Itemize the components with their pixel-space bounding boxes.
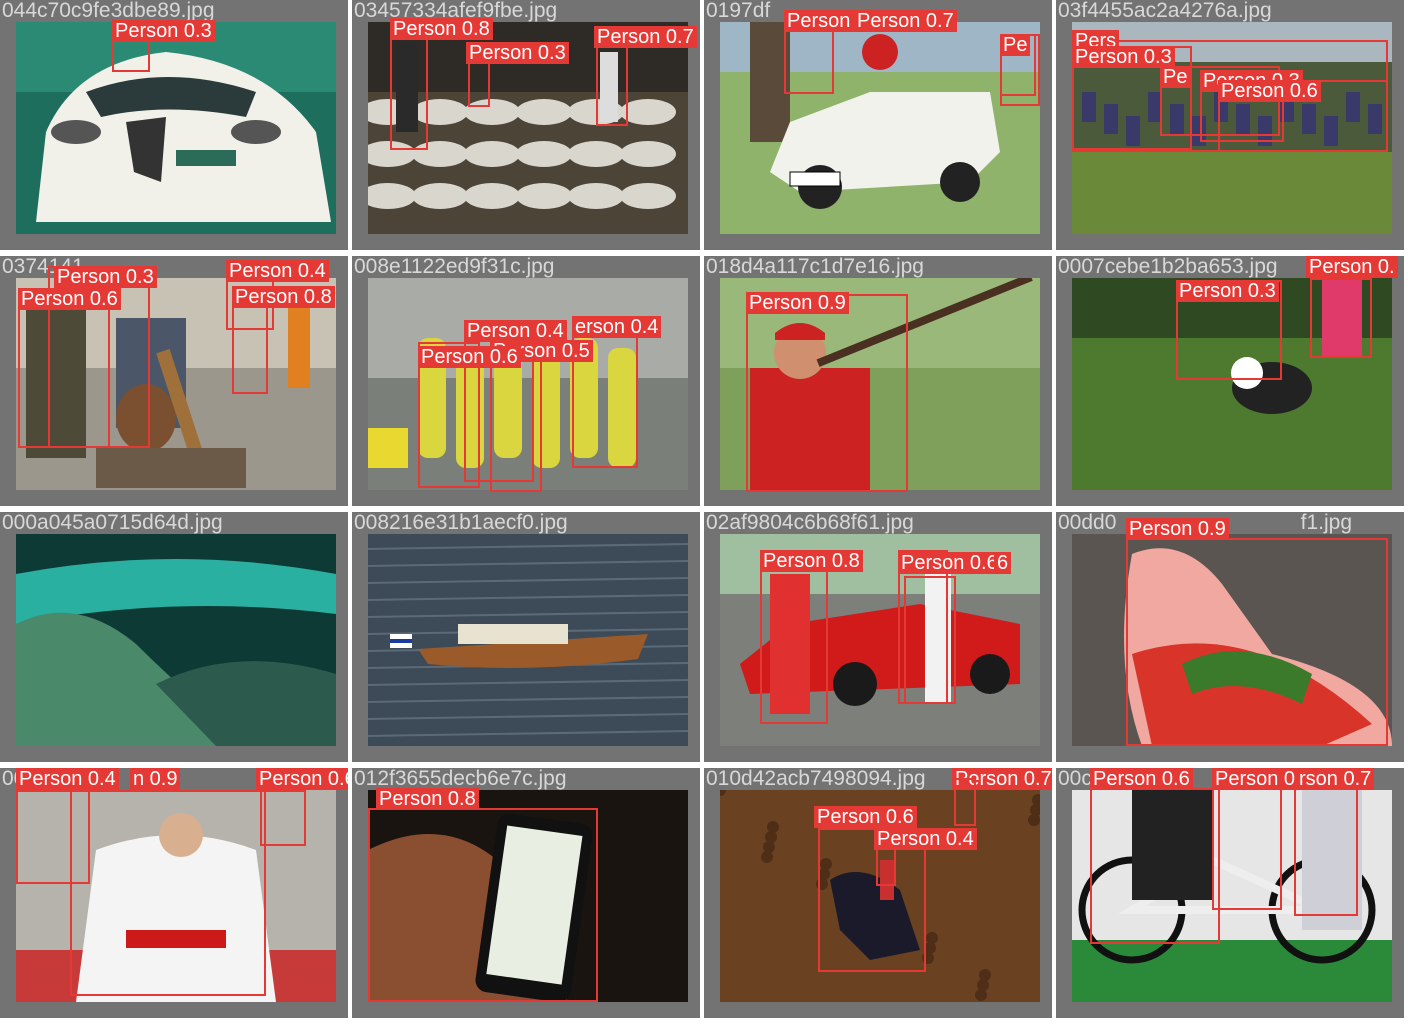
detection-label: Person 0.8 xyxy=(390,18,493,40)
filename-label: 0197df xyxy=(706,0,771,22)
image-tile: 008e1122ed9f31c.jpg Person 0.4 erson 0.4 Pe… xyxy=(352,256,700,506)
detection-label: rson 0.7 xyxy=(1296,768,1375,790)
filename-label: 012f3655decb6e7c.jpg xyxy=(354,768,567,790)
detection-label: Person 0.3 xyxy=(54,266,157,288)
detection-box xyxy=(260,790,306,846)
photo-car-white xyxy=(16,22,336,234)
detection-box xyxy=(746,294,908,492)
detection-label: Person 0.6 xyxy=(898,552,1001,574)
detection-label: Pe xyxy=(1160,66,1191,88)
detection-label: Person 0.6 xyxy=(1218,80,1321,102)
detection-label: Person 0.3 xyxy=(1176,280,1279,302)
detection-label: Person 0.6 xyxy=(18,288,121,310)
filename-label: 02af9804c6b68f61.jpg xyxy=(706,512,914,534)
filename-label: 0007cebe1b2ba653.jpg xyxy=(1058,256,1278,278)
detection-box xyxy=(904,576,956,704)
detection-box xyxy=(18,290,110,448)
detection-label: Person 0.9 xyxy=(746,292,849,314)
image-tile: 02af9804c6b68f61.jpg Person 0.8 Person 0.6… xyxy=(704,512,1052,762)
image-tile: 012f3655decb6e7c.jpg Person 0.8 xyxy=(352,768,700,1018)
detection-box xyxy=(368,808,598,1002)
detection-label: n 0.9 xyxy=(130,768,181,790)
image-tile: 0197df Person 0.7 Person 0.7 Pe xyxy=(704,0,1052,250)
detection-box xyxy=(1126,538,1388,746)
filename-label-tail: f1.jpg xyxy=(1300,512,1352,534)
filename-label: 018d4a117c1d7e16.jpg xyxy=(706,256,924,278)
detection-label: Person 0.7 xyxy=(594,26,697,48)
detection-label: Pe xyxy=(1000,34,1031,56)
detection-label: Person 0.4 xyxy=(874,828,977,850)
image-tile: 0374141 Person 0.3 Person 0.4 Person 0.6 Per… xyxy=(0,256,348,506)
detection-label: Person 0.6 xyxy=(418,346,521,368)
detection-label: erson 0.4 xyxy=(572,316,662,338)
filename-label: 03f4455ac2a4276a.jpg xyxy=(1058,0,1272,22)
detection-label: Person 0. xyxy=(1306,256,1398,278)
image-tile: 00c0c8a.jpgPerson 0.6Person 0.5rson 0.7 xyxy=(1056,768,1404,1018)
filename-label: 008e1122ed9f31c.jpg xyxy=(354,256,555,278)
detection-box xyxy=(1310,278,1372,358)
image-tile: 00f4b4l.jpgPerson 0.4n 0.9Person 0.6 xyxy=(0,768,348,1018)
detection-box xyxy=(1294,788,1358,916)
filename-label: 000a045a0715d64d.jpg xyxy=(2,512,223,534)
detection-box xyxy=(876,846,896,886)
photo-boat xyxy=(368,534,688,746)
detection-label: Person 0.4 xyxy=(16,768,119,790)
detection-label: 6 xyxy=(994,552,1012,574)
filename-label: 008216e31b1aecf0.jpg xyxy=(354,512,568,534)
filename-label: 010d42acb7498094.jpg xyxy=(706,768,926,790)
image-tile: 018d4a117c1d7e16.jpg Person 0.9 xyxy=(704,256,1052,506)
detection-grid: 044c70c9fe3dbe89.jpg Person 0.3 03457334a… xyxy=(0,0,1408,1024)
detection-label: Person 0.4 xyxy=(226,260,329,282)
image-tile: 044c70c9fe3dbe89.jpg Person 0.3 xyxy=(0,0,348,250)
detection-box xyxy=(1090,788,1220,944)
detection-box xyxy=(1212,788,1282,910)
image-tile: 00dd0 f1.jpg Person 0.9 xyxy=(1056,512,1404,762)
detection-label: Person 0.8 xyxy=(760,550,863,572)
detection-box xyxy=(70,790,266,996)
detection-box xyxy=(572,316,638,468)
image-tile: 000a045a0715d64d.jpg xyxy=(0,512,348,762)
detection-label: Person 0.9 xyxy=(1126,518,1229,540)
detection-label: Person 0.3 xyxy=(1072,46,1175,68)
image-tile: 008216e31b1aecf0.jpg xyxy=(352,512,700,762)
image-tile: 03f4455ac2a4276a.jpg Pers Person 0.3 Pe Pers… xyxy=(1056,0,1404,250)
image-tile: 03457334afef9fbe.jpg Person 0.8 Person 0.3… xyxy=(352,0,700,250)
detection-label: Person 0.3 xyxy=(112,20,215,42)
detection-label: Person 0.6 xyxy=(1090,768,1193,790)
detection-label: Person 0.3 xyxy=(466,42,569,64)
detection-box xyxy=(760,550,828,724)
photo-cave-dive xyxy=(16,534,336,746)
image-tile: 0007cebe1b2ba653.jpg Person 0.3 Person 0. xyxy=(1056,256,1404,506)
image-tile: 010d42acb7498094.jpg Person 0.7 Person 0.6… xyxy=(704,768,1052,1018)
detection-box xyxy=(232,294,268,394)
filename-label: 044c70c9fe3dbe89.jpg xyxy=(2,0,215,22)
detection-label: Person 0.8 xyxy=(232,286,335,308)
detection-label: Person 0.8 xyxy=(376,788,479,810)
detection-label: Person 0.7 xyxy=(854,10,957,32)
photo-convertible xyxy=(720,22,1040,234)
detection-label: Person 0.4 xyxy=(464,320,567,342)
filename-label: 00c xyxy=(1058,768,1092,790)
filename-label: 00dd0 xyxy=(1058,512,1117,534)
detection-label: Person 0.6 xyxy=(256,768,348,790)
detection-label: Person 0.6 xyxy=(814,806,917,828)
detection-box xyxy=(954,778,976,826)
